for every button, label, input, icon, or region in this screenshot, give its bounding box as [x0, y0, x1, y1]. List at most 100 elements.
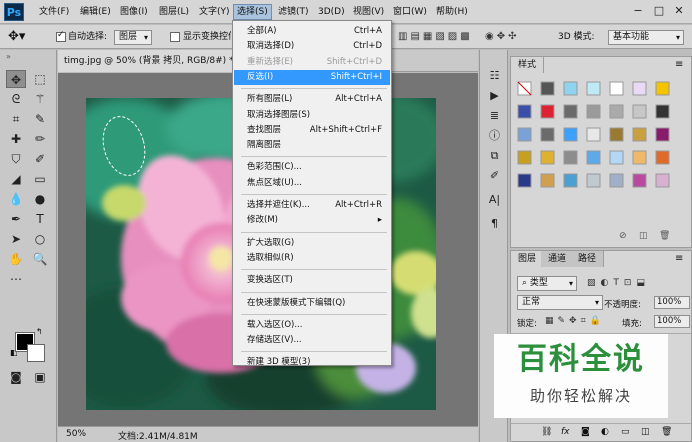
blend-mode-row: 正常	[517, 295, 605, 310]
swap-colors-icon[interactable]: ↰	[36, 327, 43, 336]
path-selection-tool-icon[interactable]: ➤	[6, 230, 26, 248]
screen-mode-icon[interactable]: ▣	[30, 368, 50, 386]
3d-tools-icons[interactable]: ◉✥✣	[485, 31, 545, 43]
brush-tool-icon[interactable]: ✏	[30, 130, 50, 148]
menu-file[interactable]: 文件(F)	[36, 4, 72, 20]
magic-wand-tool-icon[interactable]: ⚚	[30, 90, 50, 108]
select-menu-item[interactable]: 存储选区(V)...	[234, 333, 390, 348]
panel-menu-icon[interactable]: ≡	[675, 59, 683, 70]
select-menu-item[interactable]: 隔离图层	[234, 138, 390, 153]
eyedropper-tool-icon[interactable]: ✎	[30, 110, 50, 128]
history-brush-tool-icon[interactable]: ✐	[30, 150, 50, 168]
tab-paths[interactable]: 路径	[571, 251, 605, 267]
eraser-tool-icon[interactable]: ◢	[6, 170, 26, 188]
maximize-icon[interactable]: □	[651, 3, 667, 19]
layer-filter-dropdown[interactable]: ⌕ 类型	[517, 276, 577, 291]
select-menu-item[interactable]: 变换选区(T)	[234, 273, 390, 288]
menu-separator	[241, 88, 387, 90]
type-tool-icon[interactable]: T	[30, 210, 50, 228]
more-tools-icon[interactable]: ⋯	[6, 270, 26, 288]
show-transform-checkbox[interactable]	[170, 32, 180, 42]
lasso-tool-icon[interactable]: ᘓ	[6, 90, 26, 108]
select-menu-item[interactable]: 扩大选取(G)	[234, 236, 390, 251]
select-menu-item[interactable]: 在快速蒙版模式下编辑(Q)	[234, 296, 390, 311]
menu-type[interactable]: 文字(Y)	[196, 4, 233, 20]
play-actions-icon[interactable]: ▶	[486, 88, 503, 104]
tab-styles[interactable]: 样式	[511, 57, 545, 73]
adjustment-layer-icon[interactable]: ◐	[601, 427, 609, 437]
delete-layer-icon[interactable]: 🗑	[661, 427, 672, 437]
opacity-field[interactable]: 100%	[654, 296, 690, 309]
fill-field[interactable]: 100%	[654, 315, 690, 328]
menu-image[interactable]: 图像(I)	[117, 4, 151, 20]
select-menu-item[interactable]: 载入选区(O)...	[234, 318, 390, 333]
no-style-icon[interactable]: ⊘	[619, 231, 627, 241]
align-icons[interactable]: ▥▤▦▧▨▩	[398, 31, 478, 43]
select-menu-item[interactable]: 反选(I) Shift+Ctrl+I	[234, 69, 390, 85]
menu-edit[interactable]: 编辑(E)	[77, 4, 114, 20]
layer-style-button[interactable]: fx	[561, 427, 570, 437]
background-color-swatch[interactable]	[27, 344, 45, 362]
menu-3d[interactable]: 3D(D)	[315, 4, 348, 20]
move-tool-icon[interactable]: ✥▾	[8, 29, 36, 45]
auto-select-target-dropdown[interactable]: 图层	[114, 30, 153, 45]
menu-layer[interactable]: 图层(L)	[156, 4, 192, 20]
panel-menu-icon[interactable]: ≡	[675, 253, 683, 264]
style-swatches[interactable]	[517, 81, 687, 221]
blend-mode-dropdown[interactable]: 正常	[517, 295, 603, 310]
select-menu-item[interactable]: 所有图层(L) Alt+Ctrl+A	[234, 92, 390, 107]
select-menu-item[interactable]: 焦点区域(U)...	[234, 176, 390, 191]
auto-select-checkbox[interactable]	[56, 30, 66, 42]
menu-filter[interactable]: 滤镜(T)	[275, 4, 312, 20]
brush-presets-icon[interactable]: ✐	[486, 168, 503, 184]
select-menu-item[interactable]: 色彩范围(C)...	[234, 160, 390, 175]
select-menu-item[interactable]: 全部(A) Ctrl+A	[234, 24, 390, 39]
character-icon[interactable]: A|	[486, 192, 503, 208]
zoom-level[interactable]: 50%	[66, 429, 86, 439]
new-group-icon[interactable]: ▭	[621, 427, 630, 437]
shape-tool-icon[interactable]: ○	[30, 230, 50, 248]
new-layer-icon[interactable]: ◫	[641, 427, 650, 437]
link-layers-icon[interactable]: ⛓	[541, 427, 552, 437]
new-style-icon[interactable]: ◫	[639, 231, 648, 241]
lock-icons[interactable]: ▦✎✥⌗🔒	[545, 316, 605, 326]
layer-filter-icons[interactable]: ▨◐T⊡⬓	[587, 278, 650, 288]
crop-tool-icon[interactable]: ⌗	[6, 110, 26, 128]
select-menu-item[interactable]: 取消选择(D) Ctrl+D	[234, 39, 390, 54]
clone-stamp-tool-icon[interactable]: ⛉	[6, 150, 26, 168]
workspace-dropdown[interactable]: 基本功能	[608, 30, 684, 45]
menu-select[interactable]: 选择(S)	[233, 4, 272, 20]
add-mask-icon[interactable]: ◙	[581, 427, 590, 437]
menu-window[interactable]: 窗口(W)	[390, 4, 430, 20]
gradient-tool-icon[interactable]: ▭	[30, 170, 50, 188]
tab-layers[interactable]: 图层	[511, 251, 545, 267]
close-icon[interactable]: ✕	[671, 3, 687, 19]
menu-view[interactable]: 视图(V)	[350, 4, 387, 20]
select-menu-item[interactable]: 取消选择图层(S)	[234, 108, 390, 123]
move-tool-icon[interactable]: ✥	[6, 70, 26, 88]
quick-mask-icon[interactable]: ◙	[6, 368, 26, 386]
select-menu-item[interactable]: 查找图层 Alt+Shift+Ctrl+F	[234, 123, 390, 138]
swatches-icon[interactable]: ⧉	[486, 148, 503, 164]
toolbar-collapse-icon[interactable]: »	[6, 52, 11, 61]
dodge-tool-icon[interactable]: ●	[30, 190, 50, 208]
history-icon[interactable]: ☷	[486, 68, 503, 84]
select-menu-item[interactable]: 选择并遮住(K)... Alt+Ctrl+R	[234, 198, 390, 213]
paragraph-icon[interactable]: ¶	[486, 216, 503, 232]
tab-channels[interactable]: 通道	[541, 251, 575, 267]
document-tab[interactable]: timg.jpg @ 50% (背景 拷贝, RGB/8#) * ×	[58, 50, 256, 72]
delete-style-icon[interactable]: 🗑	[659, 231, 670, 241]
minimize-icon[interactable]: −	[630, 3, 646, 19]
select-menu-item[interactable]: 选取相似(R)	[234, 251, 390, 266]
select-menu-item[interactable]: 修改(M) ▸	[234, 213, 390, 228]
menu-help[interactable]: 帮助(H)	[433, 4, 471, 20]
blur-tool-icon[interactable]: 💧	[6, 190, 26, 208]
select-menu-item[interactable]: 新建 3D 模型(3)	[234, 355, 390, 370]
info-icon[interactable]: ⓘ	[486, 128, 503, 144]
properties-icon[interactable]: ≣	[486, 108, 503, 124]
hand-tool-icon[interactable]: ✋	[6, 250, 26, 268]
marquee-tool-icon[interactable]: ⬚	[30, 70, 50, 88]
pen-tool-icon[interactable]: ✒	[6, 210, 26, 228]
healing-brush-tool-icon[interactable]: ✚	[6, 130, 26, 148]
zoom-tool-icon[interactable]: 🔍	[30, 250, 50, 268]
